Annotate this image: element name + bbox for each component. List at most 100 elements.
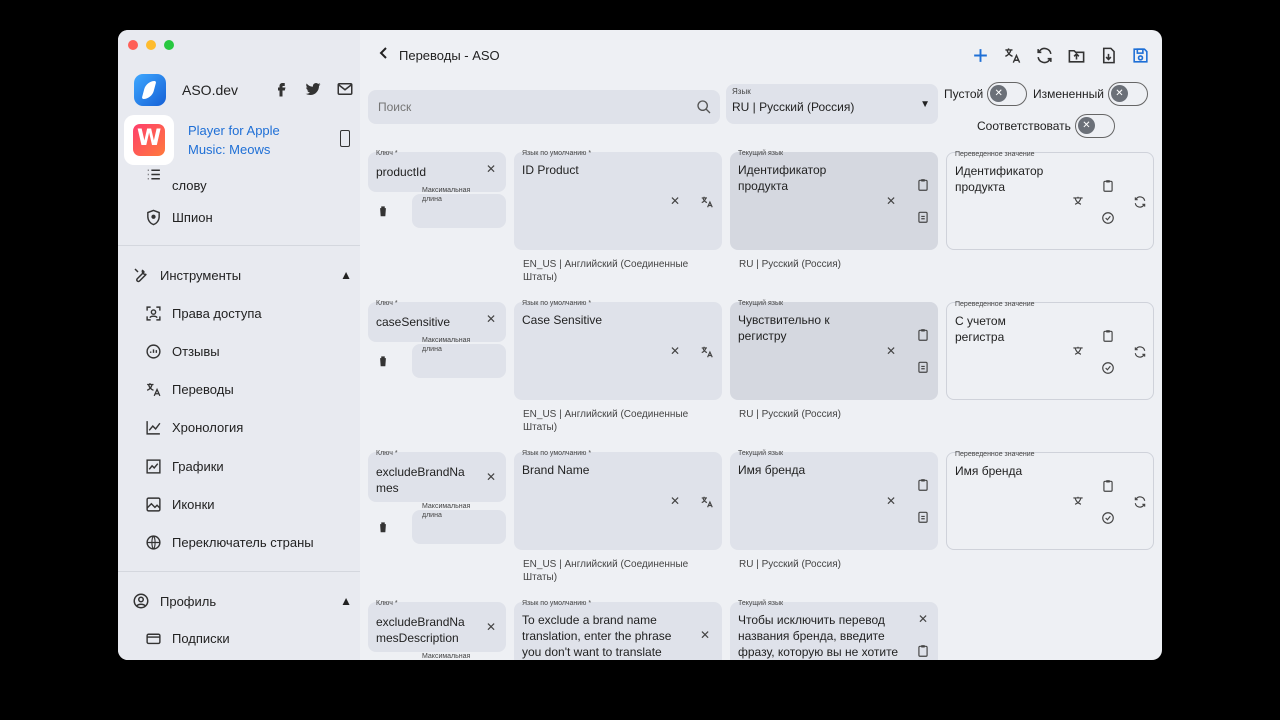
search-input[interactable] [368, 90, 668, 124]
key-field[interactable]: Ключ * excludeBrandNames ✕ [368, 450, 506, 502]
clipboard-icon[interactable] [916, 328, 930, 342]
translate-icon[interactable] [1071, 495, 1085, 509]
sidebar-item-country-switcher[interactable]: Переключатель страны [144, 533, 314, 551]
clear-icon[interactable]: ✕ [886, 344, 896, 358]
clear-icon[interactable]: ✕ [670, 494, 680, 508]
clipboard-icon[interactable] [1101, 179, 1115, 193]
facebook-icon[interactable] [272, 80, 290, 98]
default-value-field[interactable]: Язык по умолчанию * Brand Name ✕ [514, 450, 722, 550]
refresh-icon[interactable] [1035, 46, 1054, 65]
clear-icon[interactable]: ✕ [700, 628, 710, 642]
save-icon[interactable] [1131, 46, 1150, 65]
clear-icon[interactable]: ✕ [486, 312, 496, 326]
filter-match[interactable]: Соответствовать ✕ [977, 114, 1115, 138]
trash-icon[interactable] [376, 204, 390, 218]
paste-icon[interactable] [916, 210, 930, 224]
back-button[interactable] [378, 46, 390, 65]
paste-icon[interactable] [916, 510, 930, 524]
clear-icon[interactable]: ✕ [486, 620, 496, 634]
sidebar-item-by-word[interactable]: слову [144, 169, 207, 193]
max-length-field[interactable]: Максимальная длина [412, 337, 506, 378]
filter-empty-label: Пустой [944, 87, 984, 101]
clear-icon[interactable]: ✕ [486, 470, 496, 484]
current-value-field[interactable]: Текущий язык Чтобы исключить перевод наз… [730, 600, 938, 660]
chevron-up-icon[interactable]: ▲ [340, 268, 352, 282]
trash-icon[interactable] [376, 520, 390, 534]
clipboard-icon[interactable] [916, 478, 930, 492]
aso-logo-icon [134, 74, 166, 106]
sidebar-item-icons[interactable]: Иконки [144, 495, 215, 513]
translate-icon[interactable] [700, 345, 714, 359]
default-value-field[interactable]: Язык по умолчанию * ID Product ✕ [514, 150, 722, 250]
clipboard-icon[interactable] [916, 178, 930, 192]
chevron-up-icon[interactable]: ▲ [340, 594, 352, 608]
card-icon [144, 629, 162, 647]
trash-icon[interactable] [376, 354, 390, 368]
clear-icon[interactable]: ✕ [886, 194, 896, 208]
default-value-field[interactable]: Язык по умолчанию * Case Sensitive ✕ [514, 300, 722, 400]
translate-icon[interactable] [1071, 345, 1085, 359]
upload-icon[interactable] [1067, 46, 1086, 65]
max-length-field[interactable]: Максимальная длина [412, 187, 506, 228]
sidebar-item-charts[interactable]: Графики [144, 457, 224, 475]
check-circle-icon[interactable] [1101, 211, 1115, 225]
search-field [368, 90, 720, 124]
selected-app[interactable]: Player for Apple Music: Meows [124, 114, 360, 166]
auto-translate-icon[interactable] [1003, 46, 1022, 65]
filter-empty[interactable]: Пустой ✕ [944, 82, 1028, 106]
translated-value-field[interactable]: Переведенное значение Имя бренда [946, 451, 1154, 550]
current-value-field[interactable]: Текущий язык Имя бренда ✕ [730, 450, 938, 550]
translate-icon[interactable] [700, 495, 714, 509]
filter-match-toggle[interactable]: ✕ [1074, 114, 1115, 138]
translated-value-field[interactable]: Переведенное значение С учетом регистра [946, 301, 1154, 400]
sidebar-item-spy[interactable]: Шпион [144, 208, 213, 226]
check-circle-icon[interactable] [1101, 511, 1115, 525]
minimize-window-button[interactable] [146, 40, 156, 50]
section-tools[interactable]: Инструменты ▲ [132, 266, 352, 284]
default-value-field[interactable]: Язык по умолчанию * To exclude a brand n… [514, 600, 722, 660]
clipboard-icon[interactable] [1101, 329, 1115, 343]
clear-icon[interactable]: ✕ [918, 612, 928, 626]
translate-icon[interactable] [1071, 195, 1085, 209]
section-profile[interactable]: Профиль ▲ [132, 592, 352, 610]
close-window-button[interactable] [128, 40, 138, 50]
current-value-field[interactable]: Текущий язык Чувствительно к регистру ✕ [730, 300, 938, 400]
zoom-window-button[interactable] [164, 40, 174, 50]
clipboard-icon[interactable] [916, 644, 930, 658]
refresh-icon[interactable] [1133, 345, 1147, 359]
clear-icon[interactable]: ✕ [486, 162, 496, 176]
paste-icon[interactable] [916, 360, 930, 374]
clear-icon[interactable]: ✕ [670, 344, 680, 358]
brand[interactable]: ASO.dev [134, 74, 238, 106]
sidebar-item-history[interactable]: Хронология [144, 418, 243, 436]
check-circle-icon[interactable] [1101, 361, 1115, 375]
filter-changed[interactable]: Измененный ✕ [1033, 82, 1148, 106]
filter-match-label: Соответствовать [977, 119, 1071, 133]
key-label: Ключ * [376, 600, 398, 607]
refresh-icon[interactable] [1133, 495, 1147, 509]
key-field[interactable]: Ключ * excludeBrandNamesDescription ✕ [368, 600, 506, 652]
clipboard-icon[interactable] [1101, 479, 1115, 493]
sidebar-item-reviews[interactable]: Отзывы [144, 342, 220, 360]
current-value-field[interactable]: Текущий язык Идентификатор продукта ✕ [730, 150, 938, 250]
translated-value-field[interactable]: Переведенное значение Идентификатор прод… [946, 151, 1154, 250]
sidebar-item-subscriptions[interactable]: Подписки [144, 629, 230, 647]
clear-icon[interactable]: ✕ [670, 194, 680, 208]
filter-changed-toggle[interactable]: ✕ [1107, 82, 1148, 106]
mail-icon[interactable] [336, 80, 354, 98]
translate-icon[interactable] [700, 195, 714, 209]
download-icon[interactable] [1099, 46, 1118, 65]
phone-icon[interactable] [340, 130, 350, 147]
search-icon[interactable] [696, 99, 712, 115]
filter-empty-toggle[interactable]: ✕ [987, 82, 1028, 106]
max-length-field[interactable]: Максимальная длина [412, 503, 506, 544]
key-value: productId [376, 165, 427, 179]
sidebar-item-translations[interactable]: Переводы [144, 380, 234, 398]
add-icon[interactable] [971, 46, 990, 65]
clear-icon[interactable]: ✕ [886, 494, 896, 508]
tools-icon [132, 266, 150, 284]
refresh-icon[interactable] [1133, 195, 1147, 209]
language-select[interactable]: Язык RU | Русский (Россия) ▼ [726, 84, 938, 124]
twitter-icon[interactable] [304, 80, 322, 98]
sidebar-item-access[interactable]: Права доступа [144, 304, 262, 322]
